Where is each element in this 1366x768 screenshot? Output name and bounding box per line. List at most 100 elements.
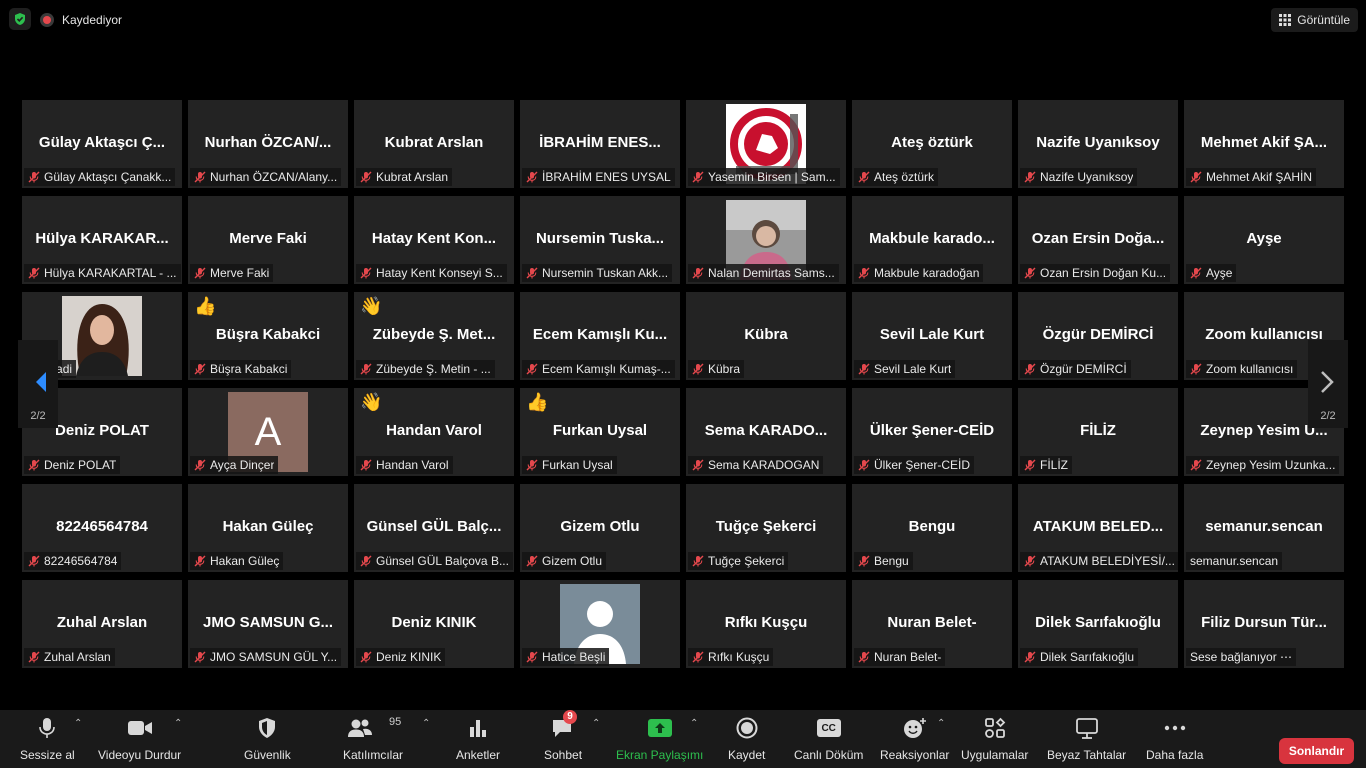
whiteboards-label: Beyaz Tahtalar	[1047, 748, 1127, 762]
participant-tile[interactable]: Ülker Şener-CEİD Ülker Şener-CEİD	[852, 388, 1012, 476]
participant-tile[interactable]: Bengu Bengu	[852, 484, 1012, 572]
record-button[interactable]: Kaydet	[728, 716, 765, 762]
participant-tile[interactable]: Hülya KARAKAR... Hülya KARAKARTAL - ...	[22, 196, 182, 284]
participant-name-label: Makbule karadoğan	[854, 264, 984, 282]
chat-unread-badge: 9	[563, 710, 578, 724]
participant-name-label: Kubrat Arslan	[356, 168, 453, 186]
participant-tile[interactable]: FİLİZ FİLİZ	[1018, 388, 1178, 476]
microphone-muted-icon	[28, 555, 40, 567]
video-options-caret-icon[interactable]: ⌃	[174, 718, 182, 729]
end-meeting-button[interactable]: Sonlandır	[1279, 738, 1354, 764]
participant-display-name: Sevil Lale Kurt	[879, 326, 985, 343]
participant-tile[interactable]: Nursemin Tuska... Nursemin Tuskan Akk...	[520, 196, 680, 284]
participant-display-name: Zuhal Arslan	[56, 614, 148, 631]
microphone-muted-icon	[194, 171, 206, 183]
microphone-muted-icon	[194, 555, 206, 567]
participant-tile[interactable]: Ozan Ersin Doğa... Ozan Ersin Doğan Ku...	[1018, 196, 1178, 284]
participant-tile[interactable]: A Ayça Dinçer	[188, 388, 348, 476]
participant-tile[interactable]: Zuhal Arslan Zuhal Arslan	[22, 580, 182, 668]
participant-tile[interactable]: 👋 Zübeyde Ş. Met... Zübeyde Ş. Metin - ...	[354, 292, 514, 380]
participant-name-label: Hülya KARAKARTAL - ...	[24, 264, 181, 282]
participant-tile[interactable]: Nurhan ÖZCAN/... Nurhan ÖZCAN/Alany...	[188, 100, 348, 188]
microphone-muted-icon	[194, 651, 206, 663]
participant-tile[interactable]: Ayşe Ayşe	[1184, 196, 1344, 284]
previous-page-button[interactable]: 2/2	[18, 340, 58, 428]
participant-tile[interactable]: Nazife Uyanıksoy Nazife Uyanıksoy	[1018, 100, 1178, 188]
participant-name-label: Özgür DEMİRCİ	[1020, 360, 1131, 378]
participant-display-name: Nursemin Tuska...	[535, 230, 665, 247]
mute-button[interactable]: Sessize al	[20, 716, 75, 762]
participant-display-name: ATAKUM BELED...	[1032, 518, 1164, 535]
participants-options-caret-icon[interactable]: ⌃	[422, 718, 430, 729]
apps-button[interactable]: Uygulamalar	[961, 716, 1028, 762]
participant-tile[interactable]: Nalan Demirtas Sams...	[686, 196, 846, 284]
participant-tile[interactable]: Gülay Aktaşcı Ç... Gülay Aktaşcı Çanakk..…	[22, 100, 182, 188]
participant-tile[interactable]: Gizem Otlu Gizem Otlu	[520, 484, 680, 572]
participant-tile[interactable]: Kubrat Arslan Kubrat Arslan	[354, 100, 514, 188]
participant-tile[interactable]: Hatay Kent Kon... Hatay Kent Konseyi S...	[354, 196, 514, 284]
mute-label: Sessize al	[20, 748, 75, 762]
chat-button[interactable]: 9 Sohbet	[544, 710, 582, 762]
participant-tile[interactable]: Kübra Kübra	[686, 292, 846, 380]
participant-tile[interactable]: Tuğçe Şekerci Tuğçe Şekerci	[686, 484, 846, 572]
mute-options-caret-icon[interactable]: ⌃	[74, 718, 82, 729]
participant-tile[interactable]: Yasemin Birsen | Sam...	[686, 100, 846, 188]
security-shield-icon	[259, 718, 276, 738]
participant-name-label: Sema KARADOGAN	[688, 456, 824, 474]
participant-tile[interactable]: 👋 Handan Varol Handan Varol	[354, 388, 514, 476]
microphone-muted-icon	[1024, 459, 1036, 471]
participant-tile[interactable]: Filiz Dursun Tür... Sese bağlanıyor ⋯	[1184, 580, 1344, 668]
recording-dot-icon	[40, 13, 54, 27]
next-page-button[interactable]: 2/2	[1308, 340, 1348, 428]
participant-tile[interactable]: JMO SAMSUN G... JMO SAMSUN GÜL Y...	[188, 580, 348, 668]
closed-captions-icon: CC	[816, 719, 841, 737]
participant-name-label: Zeynep Yesim Uzunka...	[1186, 456, 1340, 474]
participant-tile[interactable]: Sema KARADO... Sema KARADOGAN	[686, 388, 846, 476]
participant-name-text: Furkan Uysal	[542, 458, 613, 472]
live-transcript-button[interactable]: CC Canlı Döküm	[794, 716, 863, 762]
participant-tile[interactable]: 👍 Büşra Kabakci Büşra Kabakci	[188, 292, 348, 380]
participant-tile[interactable]: ATAKUM BELED... ATAKUM BELEDİYESİ/...	[1018, 484, 1178, 572]
security-button[interactable]: Güvenlik	[244, 716, 291, 762]
more-button[interactable]: Daha fazla	[1146, 716, 1203, 762]
encryption-shield-icon[interactable]	[9, 8, 31, 30]
view-button[interactable]: Görüntüle	[1271, 8, 1358, 32]
participant-tile[interactable]: Nuran Belet- Nuran Belet-	[852, 580, 1012, 668]
participant-tile[interactable]: Hatice Beşli	[520, 580, 680, 668]
participant-tile[interactable]: İBRAHİM ENES... İBRAHİM ENES UYSAL	[520, 100, 680, 188]
participant-tile[interactable]: Rıfkı Kuşçu Rıfkı Kuşçu	[686, 580, 846, 668]
participant-name-label: Hatay Kent Konseyi S...	[356, 264, 507, 282]
reactions-options-caret-icon[interactable]: ⌃	[937, 718, 945, 729]
participant-display-name: Hatay Kent Kon...	[371, 230, 497, 247]
participant-tile[interactable]: Makbule karado... Makbule karadoğan	[852, 196, 1012, 284]
participant-name-label: Merve Faki	[190, 264, 274, 282]
microphone-muted-icon	[1190, 267, 1202, 279]
participant-name-label: ATAKUM BELEDİYESİ/...	[1020, 552, 1178, 570]
participant-name-text: Kübra	[708, 362, 741, 376]
participant-name-text: Hatay Kent Konseyi S...	[376, 266, 503, 280]
polls-button[interactable]: Anketler	[456, 716, 500, 762]
participant-tile[interactable]: semanur.sencan semanur.sencan	[1184, 484, 1344, 572]
share-options-caret-icon[interactable]: ⌃	[690, 718, 698, 729]
participant-tile[interactable]: Özgür DEMİRCİ Özgür DEMİRCİ	[1018, 292, 1178, 380]
participant-tile[interactable]: Hakan Güleç Hakan Güleç	[188, 484, 348, 572]
participant-tile[interactable]: Günsel GÜL Balç... Günsel GÜL Balçova B..…	[354, 484, 514, 572]
whiteboards-button[interactable]: Beyaz Tahtalar	[1047, 716, 1126, 762]
stop-video-button[interactable]: Videoyu Durdur	[98, 716, 181, 762]
participant-tile[interactable]: Deniz KINIK Deniz KINIK	[354, 580, 514, 668]
participant-tile[interactable]: 👍 Furkan Uysal Furkan Uysal	[520, 388, 680, 476]
participant-display-name: FİLİZ	[1080, 422, 1116, 439]
participant-name-label: Handan Varol	[356, 456, 453, 474]
participant-tile[interactable]: Ecem Kamışlı Ku... Ecem Kamışlı Kumaş-...	[520, 292, 680, 380]
recording-indicator[interactable]: Kaydediyor	[40, 9, 122, 31]
participant-tile[interactable]: Merve Faki Merve Faki	[188, 196, 348, 284]
participant-name-text: Gülay Aktaşcı Çanakk...	[44, 170, 172, 184]
participant-tile[interactable]: Dilek Sarıfakıoğlu Dilek Sarıfakıoğlu	[1018, 580, 1178, 668]
participant-tile[interactable]: Sevil Lale Kurt Sevil Lale Kurt	[852, 292, 1012, 380]
participant-tile[interactable]: Mehmet Akif ŞA... Mehmet Akif ŞAHİN	[1184, 100, 1344, 188]
participants-button[interactable]: 95 Katılımcılar	[343, 716, 403, 762]
participant-tile[interactable]: 82246564784 82246564784	[22, 484, 182, 572]
participant-name-label: Günsel GÜL Balçova B...	[356, 552, 513, 570]
chat-options-caret-icon[interactable]: ⌃	[592, 718, 600, 729]
participant-tile[interactable]: Ateş öztürk Ateş öztürk	[852, 100, 1012, 188]
